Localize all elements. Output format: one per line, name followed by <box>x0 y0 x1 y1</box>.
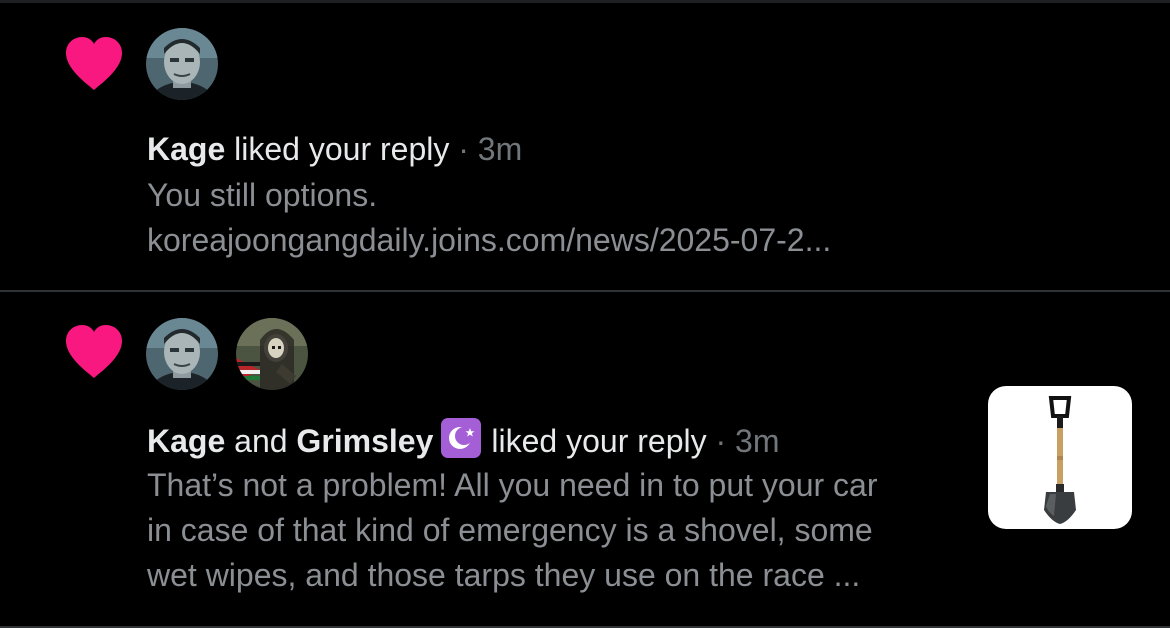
avatar-kage[interactable] <box>146 28 218 100</box>
heart-icon <box>66 325 122 378</box>
separator-dot: · <box>458 131 469 167</box>
avatar-kage[interactable] <box>146 318 218 390</box>
avatar-grimsley[interactable] <box>236 318 308 390</box>
star-and-crescent-icon <box>441 418 482 458</box>
reply-link-text[interactable]: koreajoongangdaily.joins.com/news/2025-0… <box>147 218 831 263</box>
actor-name[interactable]: Kage <box>147 131 225 167</box>
reply-text-line: You still options. <box>147 177 378 213</box>
action-text: liked your reply <box>234 131 450 167</box>
notification-item[interactable]: Kage and Grimsley liked your reply · 3m … <box>0 292 1170 626</box>
notification-headline: Kage liked your reply · 3m <box>147 127 522 172</box>
timestamp: 3m <box>477 131 523 167</box>
reply-text-line: in case of that kind of emergency is a s… <box>147 512 873 548</box>
media-thumbnail[interactable] <box>988 386 1132 529</box>
timestamp: 3m <box>735 423 780 459</box>
heart-icon <box>66 37 122 90</box>
actor-name[interactable]: Grimsley <box>296 423 433 459</box>
separator-dot: · <box>715 423 727 459</box>
conjunction-text: and <box>234 423 288 459</box>
action-text: liked your reply <box>491 423 707 459</box>
notification-item[interactable]: Kage liked your reply · 3m You still opt… <box>0 3 1170 290</box>
shovel-icon <box>1044 396 1076 524</box>
reply-text-line: wet wipes, and those tarps they use on t… <box>147 557 861 593</box>
reply-text-line: That’s not a problem! All you need in to… <box>147 467 878 503</box>
notification-headline: Kage and Grimsley liked your reply · 3m <box>147 418 779 464</box>
actor-name[interactable]: Kage <box>147 423 225 459</box>
